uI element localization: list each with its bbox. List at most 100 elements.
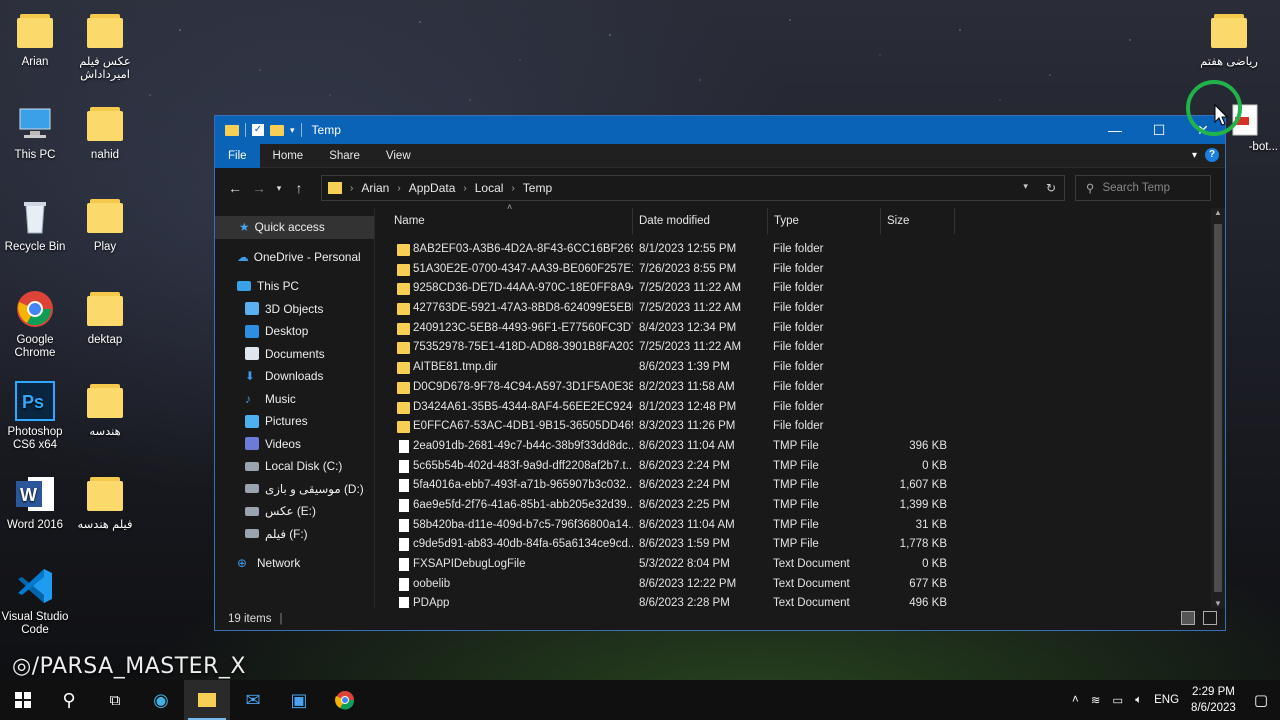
desktop-icon-folder-right[interactable]: ریاضی هفتم [1194,10,1264,69]
file-explorer-window[interactable]: ✓ ▾ Temp — ☐ ✕ File Home Share View ▾ ? … [214,115,1226,631]
desktop-icon-photoshop[interactable]: Ps Photoshop CS6 x64 [0,380,70,452]
nav-videos[interactable]: Videos [215,433,374,456]
column-header-date[interactable]: Date modified [633,208,768,234]
address-bar[interactable]: › Arian › AppData › Local › Temp ▾ ↻ [321,175,1065,201]
battery-icon[interactable]: ▭ [1112,693,1123,707]
scroll-up-icon[interactable]: ▲ [1214,208,1222,217]
table-row[interactable]: FXSAPIDebugLogFile 5/3/2022 8:04 PM Text D… [375,555,1225,575]
table-row[interactable]: D3424A61-35B5-4344-8AF4-56EE2EC92400 8/1/… [375,398,1225,418]
table-row[interactable]: 9258CD36-DE7D-44AA-970C-18E0FF8A94... 7/2… [375,279,1225,299]
breadcrumb-local[interactable]: Local [475,181,504,195]
nav-desktop[interactable]: Desktop [215,320,374,343]
nav-music[interactable]: ♪ Music [215,388,374,411]
nav-pictures[interactable]: Pictures [215,410,374,433]
desktop-icon-word[interactable]: W Word 2016 [0,473,70,532]
start-button[interactable] [0,680,46,720]
table-row[interactable]: E0FFCA67-53AC-4DB1-9B15-36505DD469... 8/3… [375,417,1225,437]
large-icons-view-button[interactable] [1203,611,1217,625]
maximize-button[interactable]: ☐ [1137,116,1181,144]
desktop-icon-this-pc[interactable]: This PC [0,103,70,162]
back-arrow-icon[interactable]: ← [223,180,247,196]
table-row[interactable]: 5c65b54b-402d-483f-9a9d-dff2208af2b7.t..… [375,457,1225,477]
desktop-icon-folder-dektap[interactable]: dektap [70,288,140,347]
clock[interactable]: 2:29 PM 8/6/2023 [1191,684,1236,716]
table-row[interactable]: AITBE81.tmp.dir 8/6/2023 1:39 PM File fold… [375,358,1225,378]
tab-home[interactable]: Home [260,144,317,168]
search-input[interactable]: ⚲ Search Temp [1075,175,1211,201]
nav-onedrive[interactable]: ☁ OneDrive - Personal [215,246,374,269]
expand-ribbon-icon[interactable]: ▾ [1192,150,1197,161]
column-header-name[interactable]: Name [388,208,633,234]
desktop-icon-chrome[interactable]: Google Chrome [0,288,70,360]
table-row[interactable]: 75352978-75E1-418D-AD88-3901B8FA203C 7/25… [375,338,1225,358]
nav-drive-f[interactable]: فیلم (F:) [215,523,374,546]
desktop-icon-folder-5[interactable]: هندسه [70,380,140,439]
desktop-icon-folder-6[interactable]: فیلم هندسه [70,473,140,532]
recent-locations-icon[interactable]: ▾ [271,183,287,194]
table-row[interactable]: 6ae9e5fd-2f76-41a6-85b1-abb205e32d39... 8… [375,496,1225,516]
tab-share[interactable]: Share [316,144,373,168]
table-row[interactable]: 2ea091db-2681-49c7-b44c-38b9f33dd8dc... 8… [375,437,1225,457]
table-row[interactable]: oobelib 8/6/2023 12:22 PM Text Document 677… [375,575,1225,595]
title-bar[interactable]: ✓ ▾ Temp — ☐ ✕ [215,116,1225,144]
refresh-icon[interactable]: ↻ [1046,181,1056,195]
volume-icon[interactable]: 🔈︎ [1135,694,1142,707]
forward-arrow-icon[interactable]: → [247,180,271,196]
taskbar-chrome[interactable] [322,680,368,720]
chevron-up-icon[interactable]: ˄ [1072,694,1079,706]
nav-this-pc[interactable]: This PC [215,275,374,298]
vertical-scrollbar[interactable]: ▲ ▼ [1211,208,1225,608]
breadcrumb-arian[interactable]: Arian [361,181,389,195]
notifications-icon[interactable]: ▢ [1254,691,1268,709]
desktop-icon-vscode[interactable]: Visual Studio Code [0,565,70,637]
taskbar-mail[interactable]: ✉ [230,680,276,720]
nav-quick-access[interactable]: ★ Quick access [215,216,374,239]
language-indicator[interactable]: ENG [1154,694,1179,706]
scroll-down-icon[interactable]: ▼ [1214,599,1222,608]
chevron-down-icon[interactable]: ▾ [290,125,295,136]
desktop-icon-arian[interactable]: Arian [0,10,70,69]
breadcrumb-temp[interactable]: Temp [523,181,552,195]
table-row[interactable]: c9de5d91-ab83-40db-84fa-65a6134ce9cd... 8… [375,535,1225,555]
desktop-icon-folder-play[interactable]: Play [70,195,140,254]
desktop-icon-recycle-bin[interactable]: Recycle Bin [0,195,70,254]
nav-network[interactable]: ⊕ Network [215,552,374,575]
minimize-button[interactable]: — [1093,116,1137,144]
nav-drive-d[interactable]: موسیقی و بازی (D:) [215,478,374,501]
details-view-button[interactable] [1181,611,1195,625]
task-view-button[interactable]: ⧉ [92,680,138,720]
table-row[interactable]: 2409123C-5EB8-4493-96F1-E77560FC3D72 8/4/… [375,319,1225,339]
breadcrumb-appdata[interactable]: AppData [409,181,456,195]
table-row[interactable]: 427763DE-5921-47A3-8BD8-624099E5EBB3 7/25… [375,299,1225,319]
nav-drive-c[interactable]: Local Disk (C:) [215,455,374,478]
up-arrow-icon[interactable]: ↑ [287,180,311,196]
nav-downloads[interactable]: ⬇ Downloads [215,365,374,388]
chevron-down-icon[interactable]: ▾ [1023,181,1028,195]
tab-view[interactable]: View [373,144,424,168]
search-button[interactable]: ⚲ [46,680,92,720]
taskbar-edge[interactable]: ◉ [138,680,184,720]
scroll-thumb[interactable] [1214,224,1222,592]
new-folder-icon[interactable] [270,124,284,136]
table-row[interactable]: 51A30E2E-0700-4347-AA39-BE060F257E17 7/26… [375,260,1225,280]
wifi-icon[interactable]: ≋ [1091,693,1101,707]
nav-documents[interactable]: Documents [215,343,374,366]
nav-3d-objects[interactable]: 3D Objects [215,298,374,321]
navigation-pane: ★ Quick access ☁ OneDrive - Personal Thi… [215,208,375,608]
table-row[interactable]: 5fa4016a-ebb7-493f-a71b-965907b3c032... 8… [375,476,1225,496]
column-header-type[interactable]: Type [768,208,881,234]
column-header-size[interactable]: Size [881,208,955,234]
vscode-icon [14,565,56,607]
properties-icon[interactable]: ✓ [252,124,264,136]
table-row[interactable]: 58b420ba-d11e-409d-b7c5-796f36800a14... 8… [375,516,1225,536]
table-row[interactable]: D0C9D678-9F78-4C94-A597-3D1F5A0E3842 8/2/… [375,378,1225,398]
desktop-icon-folder-nahid[interactable]: nahid [70,103,140,162]
taskbar-file-explorer[interactable] [184,680,230,720]
desktop-icon-folder-1[interactable]: عکس فیلم امیرداداش [70,10,140,82]
folder-icon [397,401,410,414]
tab-file[interactable]: File [215,143,260,168]
nav-drive-e[interactable]: عکس (E:) [215,500,374,523]
table-row[interactable]: 8AB2EF03-A3B6-4D2A-8F43-6CC16BF269... 8/1… [375,240,1225,260]
help-icon[interactable]: ? [1205,148,1219,162]
taskbar-store[interactable]: ▣ [276,680,322,720]
